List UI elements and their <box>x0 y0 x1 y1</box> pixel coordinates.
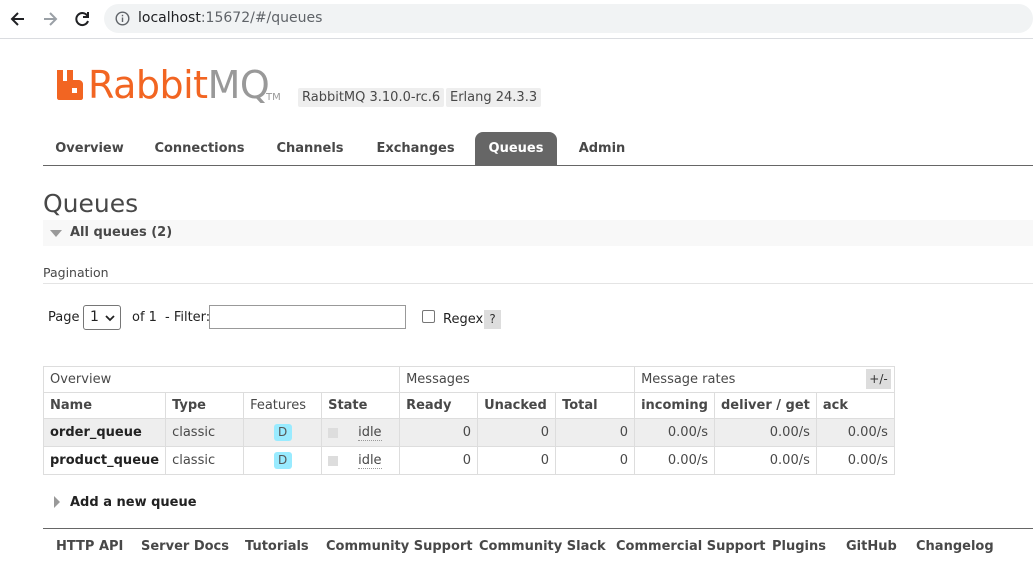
pagination-label: Pagination <box>43 265 109 280</box>
col-total[interactable]: Total <box>555 392 636 419</box>
queue-type: classic <box>165 446 245 475</box>
state-label: idle <box>358 425 382 441</box>
page-of-label: of 1 <box>132 310 157 325</box>
divider <box>43 283 1033 284</box>
unacked-count: 0 <box>477 418 557 447</box>
queue-name-link[interactable]: product_queue <box>42 446 167 475</box>
durable-badge: D <box>273 452 292 469</box>
url-path: :15672/#/queues <box>200 10 323 26</box>
state-indicator-icon <box>328 427 339 438</box>
col-ack[interactable]: ack <box>815 392 895 419</box>
reload-icon[interactable] <box>72 8 92 30</box>
logo-tm: TM <box>266 92 281 103</box>
tab-overview[interactable]: Overview <box>43 132 136 165</box>
tab-connections[interactable]: Connections <box>147 132 252 165</box>
expand-triangle-icon <box>54 496 60 508</box>
regex-help-button[interactable]: ? <box>484 310 501 329</box>
table-row[interactable]: product_queue classic D idle 0 0 0 0.00/… <box>42 446 895 475</box>
footer-link-community-support[interactable]: Community Support <box>326 539 473 554</box>
col-name[interactable]: Name <box>42 392 167 419</box>
col-ready[interactable]: Ready <box>399 392 479 419</box>
col-type[interactable]: Type <box>165 392 245 419</box>
add-queue-label: Add a new queue <box>70 495 197 510</box>
page-label: Page <box>48 310 80 325</box>
filter-label: - Filter: <box>165 310 211 325</box>
queue-features: D <box>243 418 323 447</box>
footer-link-tutorials[interactable]: Tutorials <box>245 539 309 554</box>
all-queues-toggle[interactable]: All queues (2) <box>43 220 1033 246</box>
main-nav-tabs: Overview Connections Channels Exchanges … <box>43 132 1033 166</box>
footer-divider <box>43 528 1033 529</box>
all-queues-label: All queues (2) <box>70 225 173 240</box>
footer-link-changelog[interactable]: Changelog <box>916 539 994 554</box>
footer-link-community-slack[interactable]: Community Slack <box>479 539 606 554</box>
table-row[interactable]: order_queue classic D idle 0 0 0 0.00/s … <box>42 418 895 447</box>
collapse-triangle-icon <box>50 230 62 237</box>
incoming-rate: 0.00/s <box>634 446 715 475</box>
footer-link-commercial-support[interactable]: Commercial Support <box>616 539 766 554</box>
back-arrow-icon[interactable] <box>8 8 28 30</box>
footer-link-github[interactable]: GitHub <box>846 539 897 554</box>
deliver-get-rate: 0.00/s <box>714 418 817 447</box>
col-unacked[interactable]: Unacked <box>477 392 557 419</box>
info-icon[interactable] <box>115 11 130 30</box>
col-state[interactable]: State <box>321 392 401 419</box>
ready-count: 0 <box>399 418 479 447</box>
total-count: 0 <box>555 446 636 475</box>
queue-state: idle <box>321 418 401 447</box>
group-message-rates: Message rates <box>634 366 895 393</box>
footer-link-plugins[interactable]: Plugins <box>772 539 826 554</box>
ack-rate: 0.00/s <box>815 418 895 447</box>
durable-badge: D <box>273 424 292 441</box>
version-badge: RabbitMQ 3.10.0-rc.6 <box>298 88 445 107</box>
page-select[interactable]: 1 <box>83 305 121 330</box>
unacked-count: 0 <box>477 446 557 475</box>
table-column-header: Name Type Features State Ready Unacked T… <box>42 392 895 419</box>
col-incoming[interactable]: incoming <box>634 392 715 419</box>
url-text: localhost:15672/#/queues <box>138 10 322 26</box>
total-count: 0 <box>555 418 636 447</box>
col-deliver-get[interactable]: deliver / get <box>714 392 817 419</box>
tab-queues[interactable]: Queues <box>475 132 557 165</box>
table-group-header: Overview Messages Message rates <box>42 366 895 393</box>
incoming-rate: 0.00/s <box>634 418 715 447</box>
queues-table: Overview Messages Message rates Name Typ… <box>42 366 895 475</box>
footer-link-server-docs[interactable]: Server Docs <box>141 539 229 554</box>
rabbit-logo-icon <box>57 70 83 100</box>
column-toggle-button[interactable]: +/- <box>866 369 891 389</box>
tab-exchanges[interactable]: Exchanges <box>369 132 462 165</box>
logo-wordmark: RabbitMQ <box>88 62 270 108</box>
chevron-down-icon <box>105 315 115 322</box>
url-host: localhost <box>138 10 201 26</box>
deliver-get-rate: 0.00/s <box>714 446 817 475</box>
logo-mq-text: MQ <box>207 63 270 107</box>
state-indicator-icon <box>328 455 339 466</box>
group-overview: Overview <box>42 366 401 393</box>
erlang-badge: Erlang 24.3.3 <box>446 88 542 107</box>
state-label: idle <box>358 453 382 469</box>
address-bar[interactable]: localhost:15672/#/queues <box>104 4 1033 33</box>
queue-features: D <box>243 446 323 475</box>
regex-checkbox[interactable] <box>422 310 435 323</box>
ready-count: 0 <box>399 446 479 475</box>
browser-toolbar: localhost:15672/#/queues <box>0 0 1033 39</box>
ack-rate: 0.00/s <box>815 446 895 475</box>
filter-input[interactable] <box>209 305 406 329</box>
forward-arrow-icon[interactable] <box>40 8 60 30</box>
queue-name-link[interactable]: order_queue <box>42 418 167 447</box>
regex-label: Regex <box>443 312 484 327</box>
tab-channels[interactable]: Channels <box>268 132 352 165</box>
page-select-value: 1 <box>90 309 99 325</box>
queue-type: classic <box>165 418 245 447</box>
col-features: Features <box>243 392 323 419</box>
logo-rabbit-text: Rabbit <box>88 63 208 107</box>
tab-admin[interactable]: Admin <box>570 132 634 165</box>
page-title: Queues <box>43 189 139 218</box>
footer-link-http-api[interactable]: HTTP API <box>56 539 123 554</box>
group-messages: Messages <box>399 366 636 393</box>
queue-state: idle <box>321 446 401 475</box>
